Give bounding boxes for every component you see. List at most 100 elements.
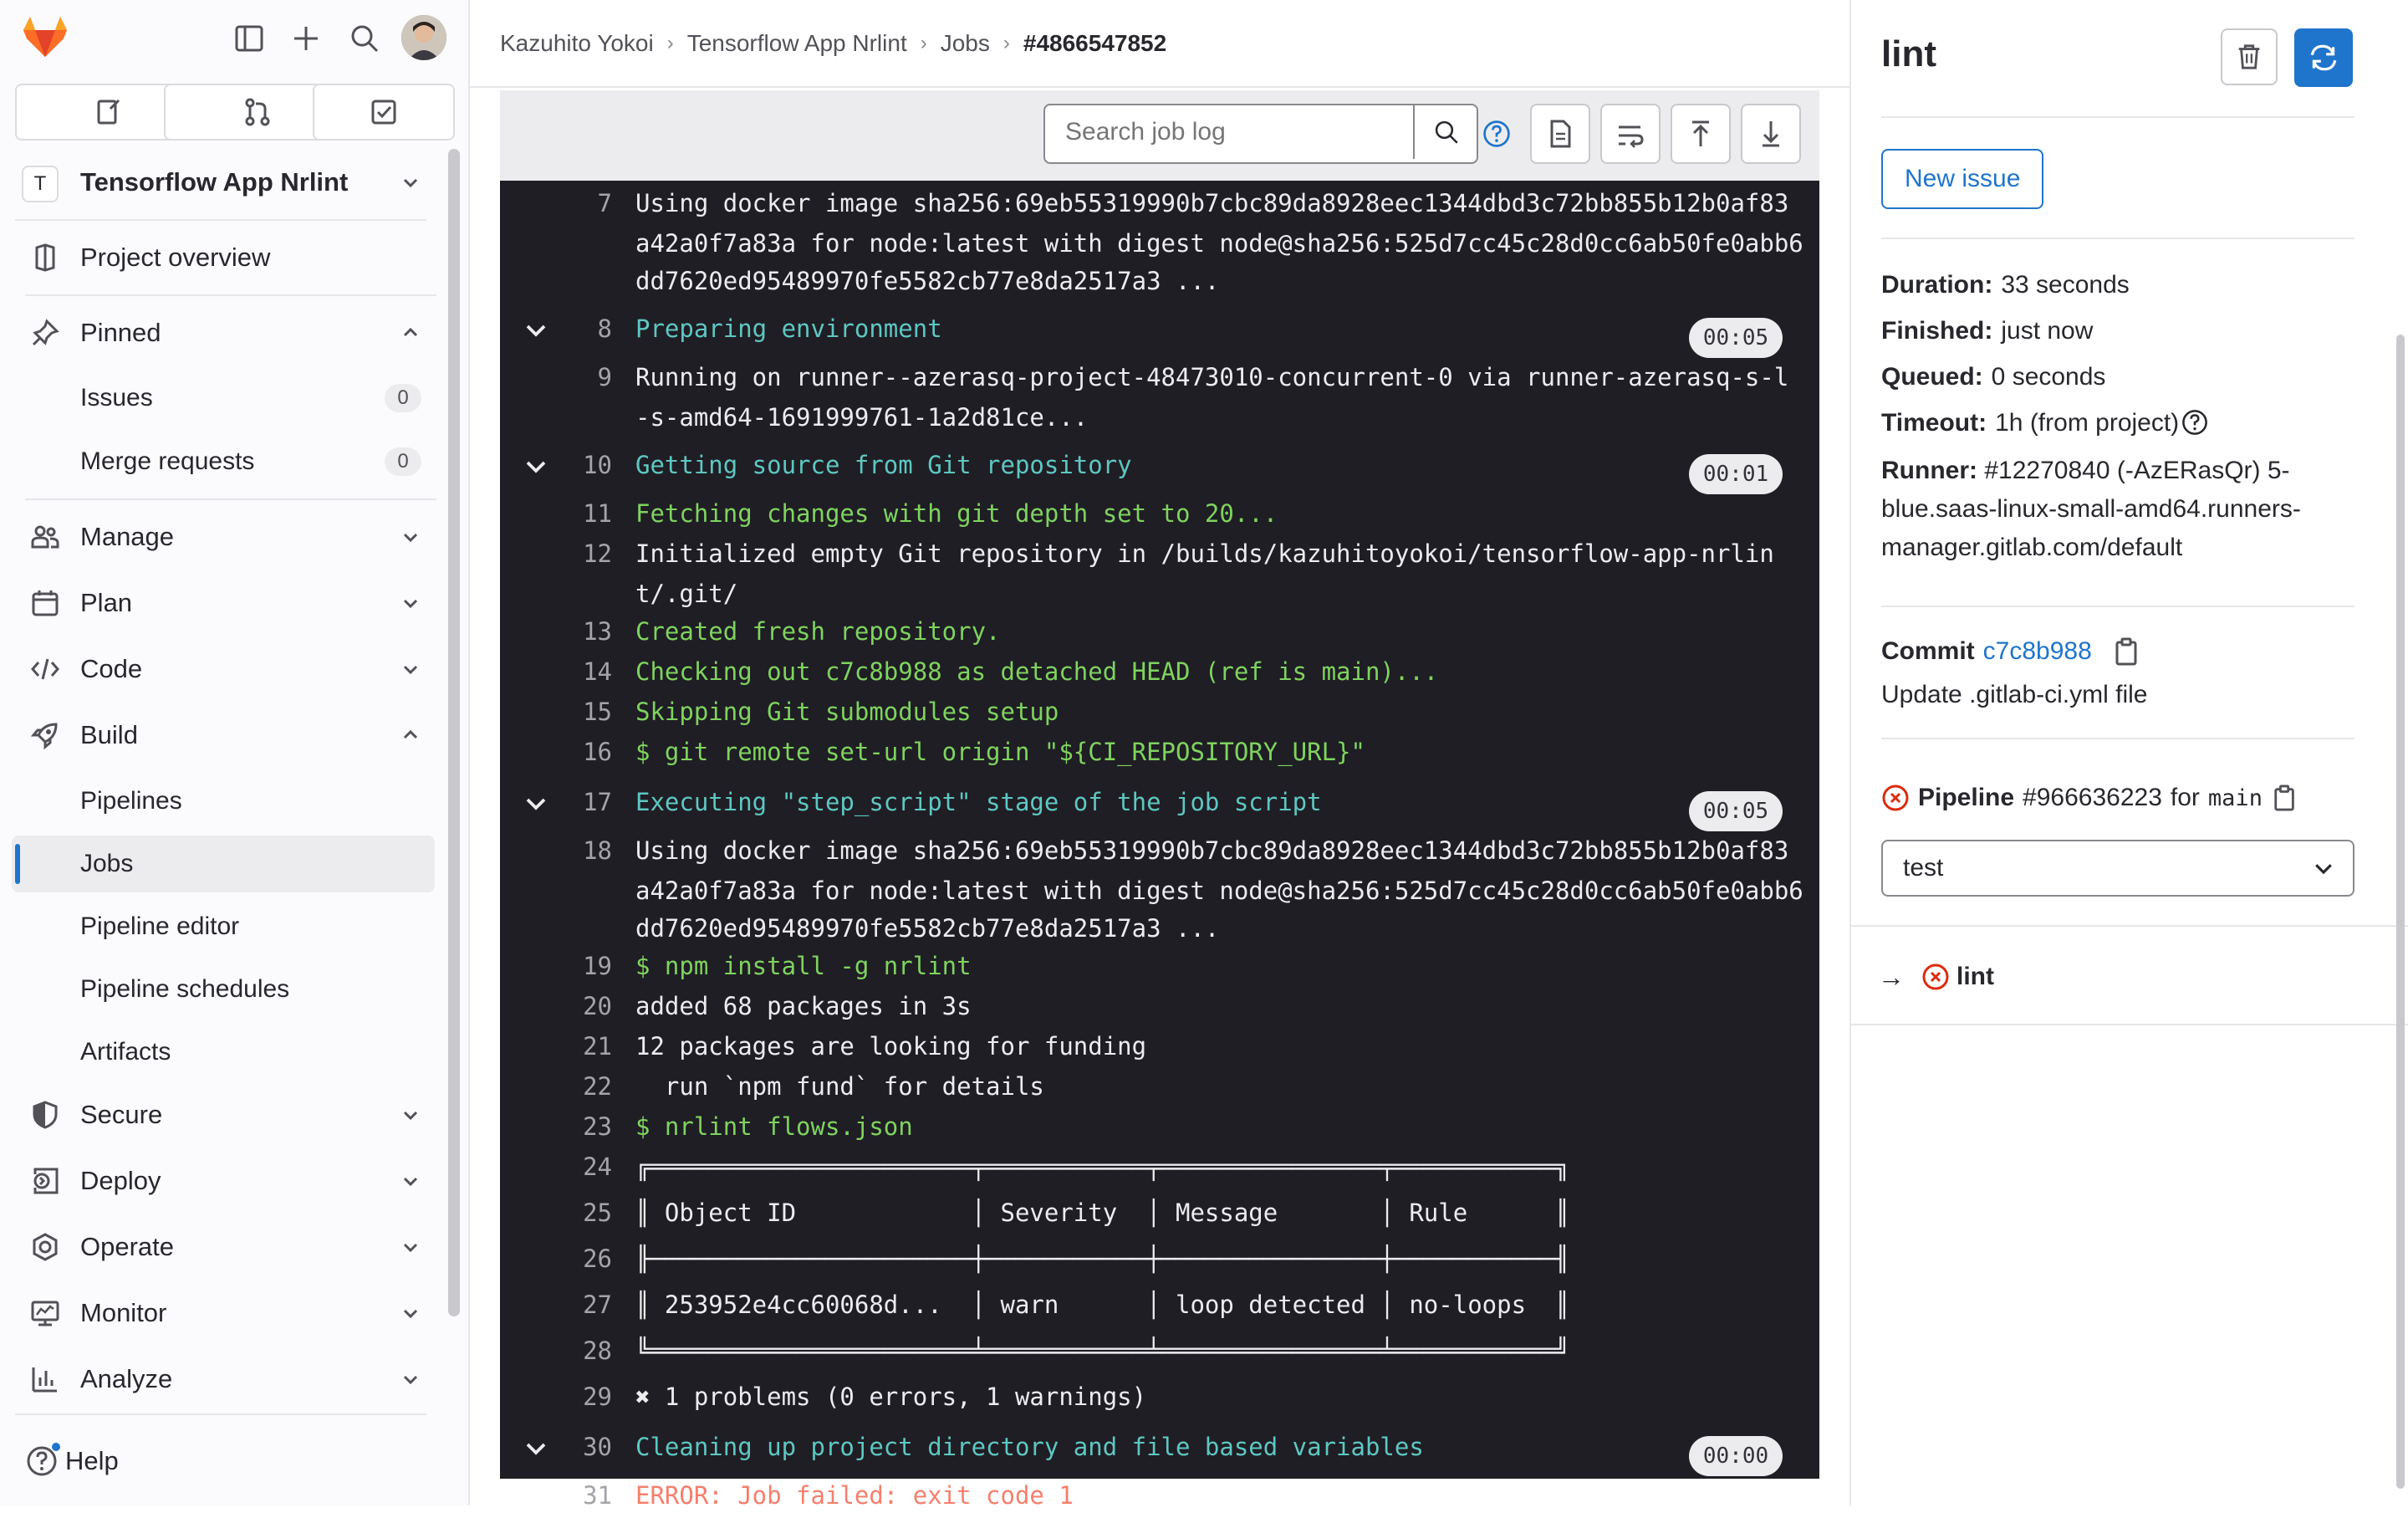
- job-detail-value: 0 seconds: [1991, 363, 2106, 391]
- log-line-number[interactable]: 14: [500, 657, 612, 686]
- pipeline-id-link[interactable]: #966636223: [2023, 784, 2162, 812]
- log-line-number[interactable]: 12: [500, 539, 612, 568]
- project-switcher[interactable]: T Tensorflow App Nrlint: [12, 154, 435, 211]
- sidebar-scrollbar[interactable]: [448, 149, 460, 1316]
- help-circle-icon[interactable]: [2181, 408, 2209, 437]
- sidebar-item-artifacts[interactable]: Artifacts: [12, 1024, 435, 1081]
- sidebar-item-plan[interactable]: Plan: [12, 575, 435, 631]
- log-line-number[interactable]: 16: [500, 738, 612, 766]
- log-line-number[interactable]: 11: [500, 499, 612, 528]
- log-line-number[interactable]: 23: [500, 1112, 612, 1141]
- log-line-number[interactable]: 18: [500, 836, 612, 865]
- sidebar-toggle-icon[interactable]: [232, 22, 266, 55]
- log-line-number[interactable]: 28: [500, 1337, 612, 1365]
- breadcrumb-jobs[interactable]: Jobs: [941, 30, 990, 57]
- log-line-number[interactable]: 13: [500, 617, 612, 646]
- log-line-number[interactable]: 10: [500, 451, 612, 479]
- wrap-lines-button[interactable]: [1600, 104, 1661, 164]
- sidebar-item-pipelines[interactable]: Pipelines: [12, 773, 435, 830]
- status-failed-icon: [1921, 963, 1950, 991]
- log-line-text: ║ 253952e4cc60068d... │ warn │ loop dete…: [635, 1291, 1570, 1319]
- breadcrumb-user[interactable]: Kazuhito Yokoi: [500, 30, 654, 57]
- todo-shortcut-button[interactable]: [313, 84, 455, 141]
- sidebar-item-label: Manage: [80, 522, 175, 551]
- sidebar-item-label: Code: [80, 654, 143, 683]
- log-line-number[interactable]: 19: [500, 952, 612, 980]
- retry-job-button[interactable]: [2294, 28, 2353, 87]
- log-line-number[interactable]: 20: [500, 992, 612, 1020]
- stage-job-row[interactable]: → lint: [1878, 958, 1994, 995]
- avatar[interactable]: [401, 15, 446, 60]
- search-icon: [1435, 120, 1458, 144]
- sidebar-item-jobs[interactable]: Jobs: [12, 836, 435, 892]
- text-wrap-icon: [1619, 125, 1644, 148]
- sidebar-item-deploy[interactable]: Deploy: [12, 1153, 435, 1209]
- log-section-header[interactable]: 30 Cleaning up project directory and file…: [500, 1429, 1819, 1476]
- log-section-header[interactable]: 10 Getting source from Git repository 00:0…: [500, 447, 1819, 494]
- log-line-number[interactable]: 24: [500, 1153, 612, 1181]
- show-raw-button[interactable]: [1530, 104, 1590, 164]
- sidebar-item-operate[interactable]: Operate: [12, 1219, 435, 1275]
- scroll-to-top-button[interactable]: [1671, 104, 1731, 164]
- breadcrumb-job-id[interactable]: #4866547852: [1023, 30, 1166, 57]
- log-line-number[interactable]: 27: [500, 1291, 612, 1319]
- sidebar-item-secure[interactable]: Secure: [12, 1086, 435, 1143]
- log-line-number[interactable]: 9: [500, 363, 612, 391]
- job-log[interactable]: 7 Using docker image sha256:69eb55319990b…: [500, 181, 1819, 1510]
- log-line-number[interactable]: 15: [500, 698, 612, 726]
- sidebar-item-analyze[interactable]: Analyze: [12, 1351, 435, 1408]
- log-line-number[interactable]: 26: [500, 1245, 612, 1273]
- log-line-text: -s-amd64-1691999761-1a2d81ce...: [635, 403, 1089, 432]
- job-detail-row: Finished: just now: [1881, 317, 2093, 345]
- log-line-number[interactable]: 29: [500, 1383, 612, 1411]
- sidebar-item-manage[interactable]: Manage: [12, 509, 435, 565]
- help-button[interactable]: Help: [25, 1439, 119, 1484]
- arrow-up-icon: [1692, 120, 1709, 146]
- sidebar-item-build[interactable]: Build: [12, 707, 435, 764]
- breadcrumb-project[interactable]: Tensorflow App Nrlint: [687, 30, 907, 57]
- sidebar-item-pinned[interactable]: Pinned: [12, 304, 435, 361]
- log-line: dd7620ed95489970fe5582cb77e8da2517a3 ...: [500, 914, 1819, 951]
- log-line: 15 Skipping Git submodules setup: [500, 698, 1819, 734]
- search-icon[interactable]: [348, 22, 381, 55]
- scroll-to-bottom-button[interactable]: [1741, 104, 1801, 164]
- log-line-number[interactable]: 8: [500, 314, 612, 343]
- job-detail-value: 1h (from project): [1995, 409, 2180, 437]
- new-issue-button[interactable]: New issue: [1881, 149, 2044, 209]
- copy-icon[interactable]: [2114, 637, 2140, 666]
- log-section-header[interactable]: 17 Executing "step_script" stage of the j…: [500, 785, 1819, 831]
- copy-icon[interactable]: [2273, 784, 2298, 812]
- log-line-number[interactable]: 22: [500, 1072, 612, 1101]
- sidebar-item-project-overview[interactable]: Project overview: [12, 229, 435, 286]
- code-icon: [28, 652, 62, 686]
- plus-icon[interactable]: [289, 22, 323, 55]
- pipeline-branch-link[interactable]: main: [2208, 785, 2263, 811]
- log-line-text: ╚══════════════════════╧═══════════╧════…: [635, 1337, 1570, 1365]
- sidebar-item-issues[interactable]: Issues 0: [12, 370, 435, 427]
- erase-job-button[interactable]: [2221, 28, 2278, 85]
- log-line-text: ╟──────────────────────┼───────────┼────…: [635, 1245, 1570, 1273]
- sidebar-item-pipeline-editor[interactable]: Pipeline editor: [12, 898, 435, 955]
- commit-sha-link[interactable]: c7c8b988: [1983, 637, 2092, 666]
- help-circle-icon[interactable]: [1482, 119, 1512, 149]
- log-line-text: Executing "step_script" stage of the job…: [635, 788, 1322, 816]
- log-line-number[interactable]: 25: [500, 1199, 612, 1227]
- gitlab-logo[interactable]: [20, 12, 70, 62]
- log-line-text: $ nrlint flows.json: [635, 1112, 913, 1141]
- log-line-number[interactable]: 21: [500, 1032, 612, 1061]
- log-section-header[interactable]: 8 Preparing environment 00:05: [500, 311, 1819, 358]
- log-line-number[interactable]: 7: [500, 189, 612, 217]
- log-line-number[interactable]: 17: [500, 788, 612, 816]
- log-line: 14 Checking out c7c8b988 as detached HEAD…: [500, 657, 1819, 694]
- stage-select[interactable]: test: [1881, 840, 2354, 897]
- chevron-down-icon: [398, 1234, 423, 1260]
- log-line-number[interactable]: 30: [500, 1433, 612, 1461]
- sidebar-item-monitor[interactable]: Monitor: [12, 1285, 435, 1342]
- sidebar-item-code[interactable]: Code: [12, 641, 435, 698]
- calendar-icon: [28, 586, 62, 620]
- right-panel-scrollbar[interactable]: [2396, 335, 2405, 1489]
- search-button[interactable]: [1413, 105, 1478, 159]
- sidebar-item-pipeline-schedules[interactable]: Pipeline schedules: [12, 961, 435, 1018]
- sidebar-item-merge-requests[interactable]: Merge requests 0: [12, 433, 435, 490]
- search-job-log-input[interactable]: [1045, 105, 1413, 159]
